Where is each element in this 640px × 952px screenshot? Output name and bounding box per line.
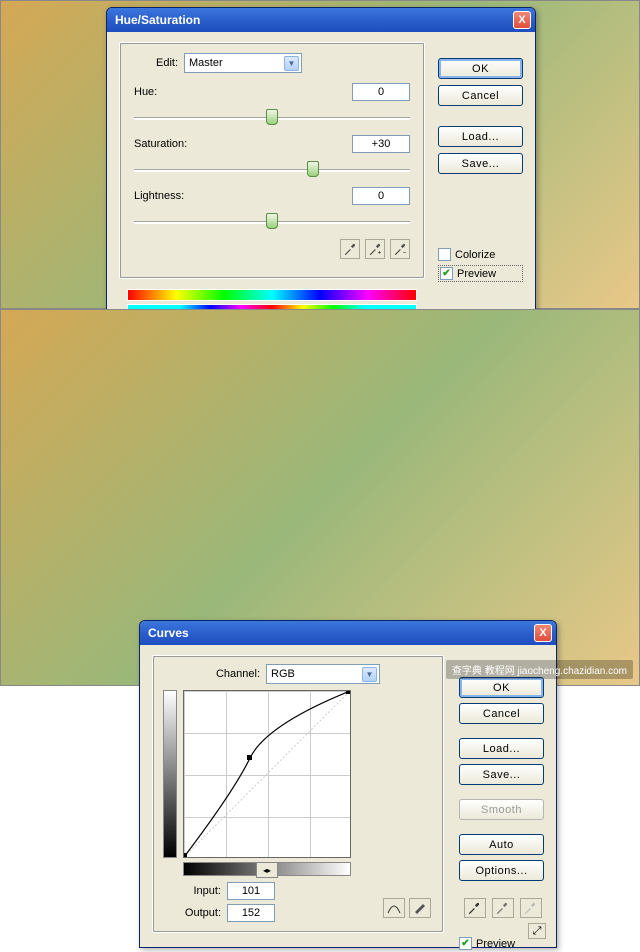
preview-label: Preview [457, 268, 496, 280]
edit-select[interactable]: Master ▼ [184, 53, 302, 73]
eyedropper-group: + − [134, 239, 410, 262]
load-button[interactable]: Load... [438, 126, 523, 147]
dialog-title: Curves [148, 626, 189, 640]
curve-point-icon[interactable] [383, 898, 405, 918]
edit-label: Edit: [134, 57, 178, 69]
curves-fieldset: Channel: RGB ▼ [152, 655, 444, 933]
saturation-label: Saturation: [134, 138, 214, 150]
hue-slider[interactable] [134, 111, 410, 125]
curves-dialog: Curves X Channel: RGB ▼ [139, 620, 557, 948]
auto-button[interactable]: Auto [459, 834, 544, 855]
midpoint-arrows-icon[interactable]: ◂▸ [256, 862, 278, 878]
hue-row: Hue: 0 [134, 83, 410, 125]
preview-checkbox[interactable]: ✔ [440, 267, 453, 280]
chevron-down-icon: ▼ [362, 667, 377, 682]
output-field[interactable]: 152 [227, 904, 275, 922]
channel-value: RGB [271, 668, 295, 680]
svg-text:−: − [403, 249, 407, 256]
expand-icon[interactable]: ⤢ [528, 923, 546, 939]
button-column: OK Cancel Load... Save... [438, 58, 523, 174]
preview-label: Preview [476, 938, 515, 950]
curve-path [184, 691, 350, 857]
channel-select[interactable]: RGB ▼ [266, 664, 380, 684]
lightness-slider[interactable] [134, 215, 410, 229]
options-button[interactable]: Options... [459, 860, 544, 881]
colorize-checkbox[interactable] [438, 248, 451, 261]
eyedropper-gray-icon[interactable] [492, 898, 514, 918]
chevron-down-icon: ▼ [284, 56, 299, 71]
output-label: Output: [163, 907, 221, 919]
preview-checkbox[interactable]: ✔ [459, 937, 472, 950]
titlebar[interactable]: Hue/Saturation X [107, 8, 535, 32]
edit-value: Master [189, 57, 223, 69]
eyedropper-icon[interactable] [340, 239, 360, 259]
dialog-title: Hue/Saturation [115, 13, 200, 27]
cancel-button[interactable]: Cancel [438, 85, 523, 106]
close-button[interactable]: X [534, 624, 552, 642]
lightness-row: Lightness: 0 [134, 187, 410, 229]
ok-button[interactable]: OK [459, 677, 544, 698]
cancel-button[interactable]: Cancel [459, 703, 544, 724]
eyedropper-plus-icon[interactable]: + [365, 239, 385, 259]
titlebar[interactable]: Curves X [140, 621, 556, 645]
spectrum-input [127, 289, 417, 301]
smooth-button: Smooth [459, 799, 544, 820]
input-label: Input: [163, 885, 221, 897]
saturation-row: Saturation: +30 [134, 135, 410, 177]
hue-input[interactable]: 0 [352, 83, 410, 101]
saturation-slider[interactable] [134, 163, 410, 177]
colorize-row[interactable]: Colorize [438, 248, 523, 261]
eyedropper-white-icon[interactable] [520, 898, 542, 918]
pencil-icon[interactable] [409, 898, 431, 918]
preview-row[interactable]: ✔ Preview [438, 265, 523, 282]
close-icon: X [539, 628, 546, 639]
ok-button[interactable]: OK [438, 58, 523, 79]
button-column: OK Cancel Load... Save... Smooth Auto Op… [459, 677, 544, 952]
hue-saturation-dialog: Hue/Saturation X Edit: Master ▼ Hue: [106, 7, 536, 331]
input-field[interactable]: 101 [227, 882, 275, 900]
saturation-thumb[interactable] [307, 161, 319, 177]
save-button[interactable]: Save... [438, 153, 523, 174]
saturation-input[interactable]: +30 [352, 135, 410, 153]
lightness-thumb[interactable] [266, 213, 278, 229]
lightness-label: Lightness: [134, 190, 214, 202]
hue-label: Hue: [134, 86, 214, 98]
input-gradient[interactable]: ◂▸ [183, 862, 351, 876]
eyedropper-black-icon[interactable] [464, 898, 486, 918]
svg-text:+: + [378, 249, 382, 256]
lightness-input[interactable]: 0 [352, 187, 410, 205]
colorize-label: Colorize [455, 249, 495, 261]
load-button[interactable]: Load... [459, 738, 544, 759]
close-button[interactable]: X [513, 11, 531, 29]
curves-grid[interactable] [183, 690, 351, 858]
hs-fieldset: Edit: Master ▼ Hue: 0 Saturation: [119, 42, 425, 279]
output-gradient [163, 690, 177, 858]
eyedropper-minus-icon[interactable]: − [390, 239, 410, 259]
channel-label: Channel: [216, 668, 260, 680]
hue-thumb[interactable] [266, 109, 278, 125]
save-button[interactable]: Save... [459, 764, 544, 785]
close-icon: X [518, 15, 525, 26]
